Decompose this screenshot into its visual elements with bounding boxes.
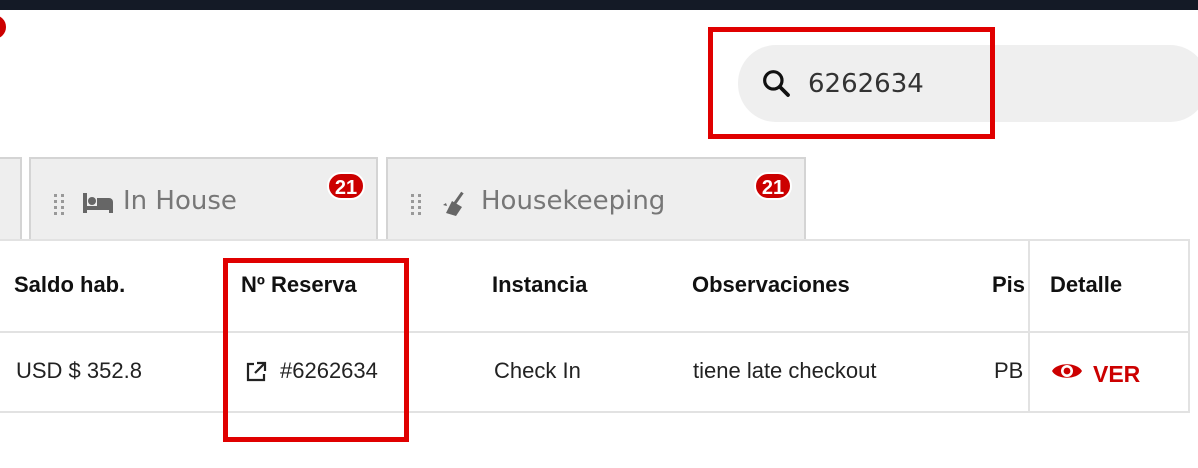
table-top-border	[0, 239, 1190, 241]
tab-housekeeping-label: Housekeeping	[481, 186, 666, 216]
search-box[interactable]	[738, 45, 1198, 122]
bed-icon	[83, 193, 113, 213]
table-header-border	[0, 331, 1190, 333]
tab-partial[interactable]	[0, 157, 22, 239]
header-reserva[interactable]: Nº Reserva	[241, 272, 357, 298]
top-bar	[0, 0, 1198, 10]
tab-in-house-label: In House	[123, 186, 237, 216]
header-piso[interactable]: Pis	[992, 272, 1027, 298]
ver-button-label: VER	[1093, 361, 1141, 387]
drag-handle-icon[interactable]	[410, 193, 424, 217]
search-input[interactable]	[808, 65, 1188, 103]
tab-partial-badge	[0, 13, 8, 41]
table-right-border	[1188, 241, 1190, 411]
cell-reserva-link[interactable]: #6262634	[280, 358, 378, 384]
tab-in-house[interactable]: In House 21	[29, 157, 378, 239]
tab-housekeeping-badge: 21	[754, 172, 792, 200]
external-link-icon[interactable]	[244, 360, 268, 384]
header-observaciones[interactable]: Observaciones	[692, 272, 850, 298]
broom-icon	[443, 191, 464, 216]
cell-instancia: Check In	[494, 358, 581, 383]
table-row-border	[0, 411, 1190, 413]
header-instancia[interactable]: Instancia	[492, 272, 587, 298]
cell-saldo: USD $ 352.8	[16, 358, 142, 383]
cell-piso: PB	[994, 358, 1024, 383]
header-detalle[interactable]: Detalle	[1050, 272, 1122, 298]
column-divider	[1028, 241, 1030, 411]
tab-in-house-badge: 21	[327, 172, 365, 200]
header-saldo[interactable]: Saldo hab.	[14, 272, 125, 298]
eye-icon	[1052, 364, 1082, 378]
tab-housekeeping[interactable]: Housekeeping 21	[386, 157, 806, 239]
cell-observaciones: tiene late checkout	[693, 358, 877, 383]
drag-handle-icon[interactable]	[53, 193, 67, 217]
search-icon	[763, 70, 790, 97]
